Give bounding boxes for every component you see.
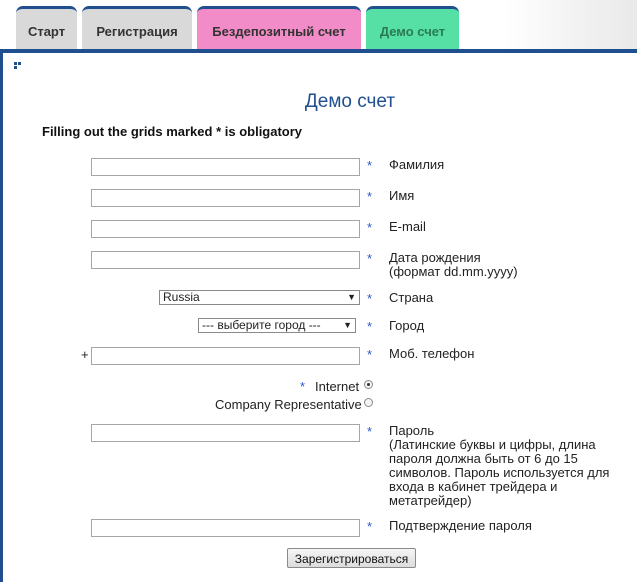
header-decoration [505, 0, 637, 50]
password-hint: метатрейдер) [389, 493, 472, 508]
required-mark: * [367, 291, 373, 306]
password-label: Пароль [389, 423, 435, 438]
radio-internet-label: Internet [315, 379, 360, 394]
country-select-value: Russia [163, 290, 200, 304]
birth-date-format-hint: (формат dd.mm.yyyy) [389, 264, 518, 279]
password-hint: символов. Пароль используется для [389, 465, 610, 480]
required-mark: * [367, 158, 373, 173]
name-label: Имя [389, 188, 415, 203]
tab-bar: Старт Регистрация Бездепозитный счет Дем… [0, 0, 637, 52]
city-select[interactable]: --- выберите город --- ▼ [198, 318, 356, 333]
birth-date-label: Дата рождения [389, 250, 481, 265]
required-mark: * [300, 379, 306, 394]
password-hint: (Латинские буквы и цифры, длина [389, 437, 596, 452]
city-label: Город [389, 318, 425, 333]
radio-company-label: Company Representative [215, 397, 362, 412]
country-select[interactable]: Russia ▼ [159, 290, 360, 305]
required-notice: Filling out the grids marked * is obliga… [42, 124, 303, 139]
page-title: Демо счет [304, 91, 396, 112]
required-mark: * [367, 251, 373, 266]
mobile-phone-input[interactable] [91, 347, 360, 365]
surname-label: Фамилия [389, 157, 445, 172]
caret-down-icon: ▼ [347, 292, 356, 302]
password-hint: пароля должна быть от 6 до 15 [389, 451, 578, 466]
confirm-password-label: Подтверждение пароля [389, 518, 532, 533]
name-input[interactable] [91, 189, 360, 207]
tab-demo-account[interactable]: Демо счет [366, 6, 459, 50]
content-top-border [0, 49, 637, 53]
city-select-value: --- выберите город --- [202, 318, 321, 332]
password-input[interactable] [91, 424, 360, 442]
email-input[interactable] [91, 220, 360, 238]
required-mark: * [367, 220, 373, 235]
required-mark: * [367, 519, 373, 534]
required-mark: * [367, 347, 373, 362]
required-mark: * [367, 319, 373, 334]
tab-start[interactable]: Старт [16, 6, 77, 50]
country-label: Страна [389, 290, 434, 305]
surname-input[interactable] [91, 158, 360, 176]
grid-icon [14, 62, 24, 72]
phone-prefix: + [81, 347, 89, 362]
password-hint: входа в кабинет трейдера и [389, 479, 558, 494]
email-label: E-mail [389, 219, 426, 234]
radio-internet[interactable] [364, 380, 373, 389]
register-button[interactable]: Зарегистрироваться [287, 548, 416, 568]
required-mark: * [367, 424, 373, 439]
caret-down-icon: ▼ [343, 320, 352, 330]
radio-company-representative[interactable] [364, 398, 373, 407]
tab-registration[interactable]: Регистрация [82, 6, 192, 50]
birth-date-input[interactable] [91, 251, 360, 269]
tab-no-deposit[interactable]: Бездепозитный счет [197, 6, 361, 50]
confirm-password-input[interactable] [91, 519, 360, 537]
required-mark: * [367, 189, 373, 204]
content-left-border [0, 49, 3, 582]
mobile-phone-label: Моб. телефон [389, 346, 475, 361]
